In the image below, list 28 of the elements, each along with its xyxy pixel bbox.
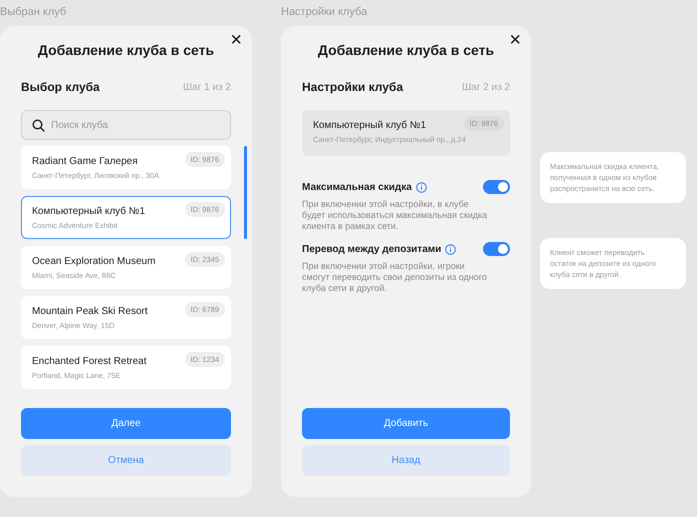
info-icon[interactable] — [416, 182, 427, 192]
setting-label: Максимальная скидка — [302, 182, 412, 192]
step-indicator: Шаг 1 из 2 — [182, 82, 231, 92]
club-name: Enchanted Forest Retreat — [32, 356, 147, 367]
primary-button[interactable]: Добавить — [302, 408, 510, 439]
screen-caption: Настройки клуба — [281, 5, 368, 20]
section-title: Настройки клуба — [302, 80, 404, 94]
close-button[interactable]: × — [507, 30, 523, 50]
setting-label: Перевод между депозитами — [302, 244, 442, 254]
club-name: Mountain Peak Ski Resort — [32, 306, 148, 317]
toggle-switch[interactable] — [483, 180, 510, 194]
step-indicator: Шаг 2 из 2 — [462, 82, 510, 92]
club-name: Компьютерный клуб №1 — [313, 120, 426, 131]
section-title: Выбор клуба — [21, 80, 100, 94]
close-button[interactable]: × — [228, 30, 244, 50]
club-name: Компьютерный клуб №1 — [32, 206, 146, 217]
setting-description: При включении этой настройки, в клубе будет использоваться максимальная скидка клиента в рамках сети. — [302, 199, 488, 232]
screen-caption: Выбран клуб — [0, 5, 68, 20]
search-field[interactable]: Поиск клуба — [21, 110, 231, 140]
modal-title: Добавление клуба в сеть — [316, 42, 496, 58]
primary-button[interactable]: Далее — [21, 408, 231, 439]
club-name: Radiant Game Галерея — [32, 156, 138, 167]
modal-title: Добавление клуба в сеть — [36, 42, 216, 58]
club-name: Ocean Exploration Museum — [32, 256, 156, 267]
setting-description: При включении этой настройки, игроки смогут переводить свои депозиты из одного клуба сети в другой. — [302, 261, 488, 294]
info-icon[interactable] — [445, 244, 456, 254]
toggle-switch[interactable] — [483, 242, 510, 256]
scrollbar[interactable] — [244, 146, 247, 239]
